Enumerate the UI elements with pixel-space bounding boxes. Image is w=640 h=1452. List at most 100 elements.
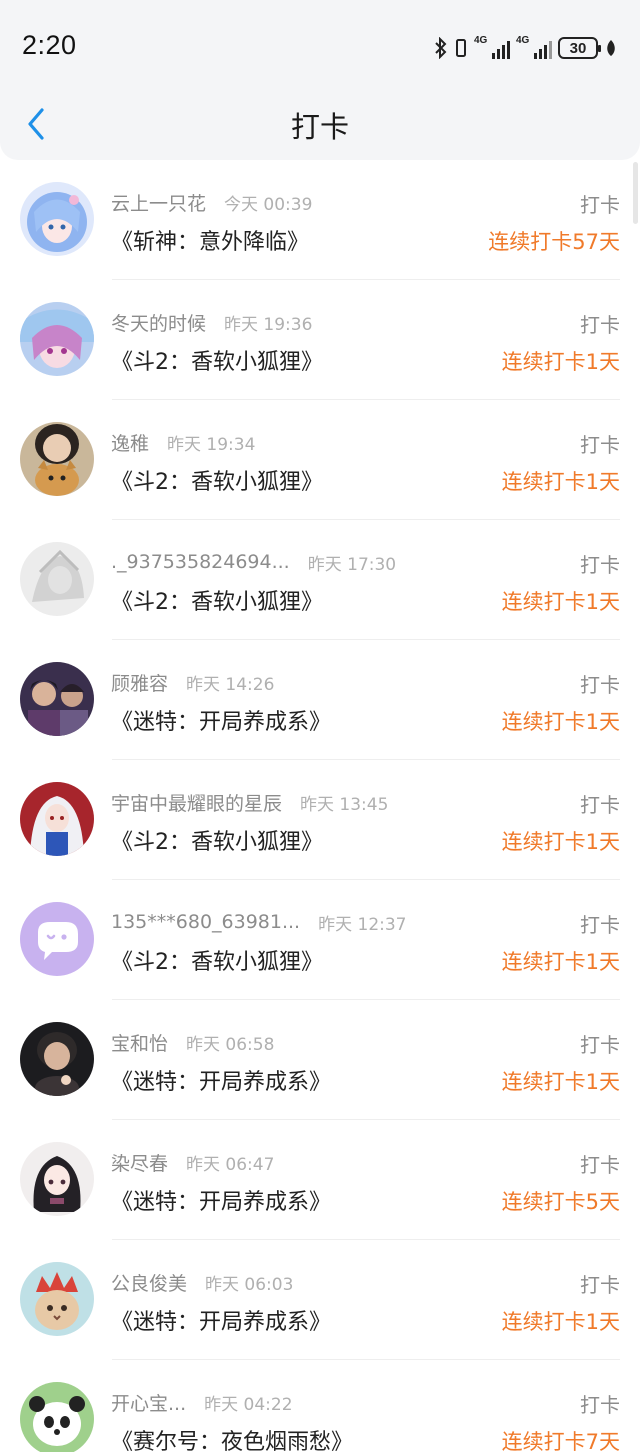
avatar[interactable]: [20, 662, 94, 736]
streak-label: 连续打卡1天: [501, 1310, 620, 1334]
streak-label: 连续打卡1天: [501, 710, 620, 734]
avatar[interactable]: [20, 1262, 94, 1336]
user-name[interactable]: 顾雅容: [111, 669, 168, 696]
item-meta: 云上一只花 今天 00:39: [111, 189, 312, 215]
action-label: 打卡: [580, 1033, 620, 1057]
avatar[interactable]: [20, 1142, 94, 1216]
action-label: 打卡: [580, 793, 620, 817]
status-time: 2:20: [22, 30, 77, 60]
action-label: 打卡: [580, 1273, 620, 1297]
user-name[interactable]: 染尽春: [111, 1149, 168, 1176]
user-name[interactable]: 云上一只花: [111, 189, 206, 216]
item-meta: ._937535824694... 昨天 17:30: [111, 549, 396, 575]
action-label: 打卡: [580, 673, 620, 697]
list-item[interactable]: 135***680_63981... 昨天 12:37 《斗2：香软小狐狸》 打…: [0, 880, 640, 1000]
scrollbar[interactable]: [633, 162, 638, 224]
streak-label: 连续打卡1天: [501, 950, 620, 974]
checkin-time: 昨天 04:22: [204, 1394, 293, 1415]
list-item[interactable]: 云上一只花 今天 00:39 《斩神：意外降临》 打卡 连续打卡57天: [0, 160, 640, 280]
top-bar: 2:20 4G 4G 30 打卡: [0, 0, 640, 160]
checkin-time: 昨天 06:03: [205, 1274, 294, 1295]
page-title: 打卡: [290, 110, 349, 144]
avatar[interactable]: [20, 902, 94, 976]
item-meta: 冬天的时候 昨天 19:36: [111, 309, 312, 335]
book-title[interactable]: 《斗2：香软小狐狸》: [111, 944, 323, 976]
book-title[interactable]: 《赛尔号：夜色烟雨愁》: [111, 1424, 353, 1452]
streak-label: 连续打卡57天: [488, 230, 620, 254]
action-label: 打卡: [580, 433, 620, 457]
list-item[interactable]: 宝和怡 昨天 06:58 《迷特：开局养成系》 打卡 连续打卡1天: [0, 1000, 640, 1120]
streak-label: 连续打卡7天: [501, 1430, 620, 1452]
streak-label: 连续打卡1天: [501, 830, 620, 854]
book-title[interactable]: 《斗2：香软小狐狸》: [111, 824, 323, 856]
item-meta: 逸稚 昨天 19:34: [111, 429, 255, 455]
list-item[interactable]: ._937535824694... 昨天 17:30 《斗2：香软小狐狸》 打卡…: [0, 520, 640, 640]
checkin-time: 昨天 12:37: [318, 914, 407, 935]
item-meta: 135***680_63981... 昨天 12:37: [111, 909, 407, 935]
avatar[interactable]: [20, 782, 94, 856]
streak-label: 连续打卡1天: [501, 1070, 620, 1094]
avatar[interactable]: [20, 1382, 94, 1452]
action-label: 打卡: [580, 1153, 620, 1177]
avatar[interactable]: [20, 422, 94, 496]
streak-label: 连续打卡1天: [501, 590, 620, 614]
streak-label: 连续打卡1天: [501, 470, 620, 494]
user-name[interactable]: 逸稚: [111, 429, 149, 456]
item-meta: 宝和怡 昨天 06:58: [111, 1029, 274, 1055]
checkin-page: 2:20 4G 4G 30 打卡 云上一只花 今天 00:39 《斩神：意外降临…: [0, 0, 640, 1452]
vibrate-icon: [456, 39, 466, 57]
book-title[interactable]: 《迷特：开局养成系》: [111, 1064, 331, 1096]
user-name[interactable]: 开心宝...: [111, 1389, 186, 1416]
action-label: 打卡: [580, 193, 620, 217]
checkin-time: 昨天 14:26: [186, 674, 275, 695]
book-title[interactable]: 《斗2：香软小狐狸》: [111, 584, 323, 616]
checkin-time: 昨天 17:30: [307, 554, 397, 575]
list-item[interactable]: 染尽春 昨天 06:47 《迷特：开局养成系》 打卡 连续打卡5天: [0, 1120, 640, 1240]
checkin-time: 昨天 19:36: [224, 314, 313, 335]
list-item[interactable]: 宇宙中最耀眼的星辰 昨天 13:45 《斗2：香软小狐狸》 打卡 连续打卡1天: [0, 760, 640, 880]
bluetooth-icon: [435, 37, 447, 59]
streak-label: 连续打卡1天: [501, 350, 620, 374]
avatar[interactable]: [20, 1022, 94, 1096]
checkin-time: 今天 00:39: [224, 194, 313, 215]
checkin-time: 昨天 06:58: [186, 1034, 275, 1055]
book-title[interactable]: 《斗2：香软小狐狸》: [111, 464, 323, 496]
avatar[interactable]: [20, 182, 94, 256]
action-label: 打卡: [580, 553, 620, 577]
leaf-icon: [607, 40, 615, 56]
item-meta: 开心宝... 昨天 04:22: [111, 1389, 293, 1415]
battery-icon: 30: [558, 37, 601, 59]
list-item[interactable]: 顾雅容 昨天 14:26 《迷特：开局养成系》 打卡 连续打卡1天: [0, 640, 640, 760]
book-title[interactable]: 《斩神：意外降临》: [111, 224, 309, 256]
signal-icon-2: 4G: [516, 35, 552, 59]
list-item[interactable]: 逸稚 昨天 19:34 《斗2：香软小狐狸》 打卡 连续打卡1天: [0, 400, 640, 520]
streak-label: 连续打卡5天: [501, 1190, 620, 1214]
item-meta: 公良俊美 昨天 06:03: [111, 1269, 293, 1295]
user-name[interactable]: 冬天的时候: [111, 309, 206, 336]
list-item[interactable]: 开心宝... 昨天 04:22 《赛尔号：夜色烟雨愁》 打卡 连续打卡7天: [0, 1360, 640, 1452]
book-title[interactable]: 《迷特：开局养成系》: [111, 1304, 331, 1336]
action-label: 打卡: [580, 1393, 620, 1417]
action-label: 打卡: [580, 313, 620, 337]
item-meta: 顾雅容 昨天 14:26: [111, 669, 274, 695]
avatar[interactable]: [20, 542, 94, 616]
signal-icon-1: 4G: [474, 35, 510, 59]
book-title[interactable]: 《迷特：开局养成系》: [111, 1184, 331, 1216]
item-meta: 宇宙中最耀眼的星辰 昨天 13:45: [111, 789, 388, 815]
action-label: 打卡: [580, 913, 620, 937]
checkin-time: 昨天 06:47: [186, 1154, 275, 1175]
avatar[interactable]: [20, 302, 94, 376]
list-item[interactable]: 公良俊美 昨天 06:03 《迷特：开局养成系》 打卡 连续打卡1天: [0, 1240, 640, 1360]
list-item[interactable]: 冬天的时候 昨天 19:36 《斗2：香软小狐狸》 打卡 连续打卡1天: [0, 280, 640, 400]
user-name[interactable]: 公良俊美: [111, 1269, 187, 1296]
user-name[interactable]: 135***680_63981...: [111, 911, 300, 933]
book-title[interactable]: 《斗2：香软小狐狸》: [111, 344, 323, 376]
book-title[interactable]: 《迷特：开局养成系》: [111, 704, 331, 736]
user-name[interactable]: ._937535824694...: [111, 551, 290, 573]
user-name[interactable]: 宝和怡: [111, 1029, 168, 1056]
status-icons: 4G 4G 30: [434, 34, 618, 62]
user-name[interactable]: 宇宙中最耀眼的星辰: [111, 789, 282, 816]
checkin-time: 昨天 13:45: [300, 794, 389, 815]
item-meta: 染尽春 昨天 06:47: [111, 1149, 274, 1175]
checkin-time: 昨天 19:34: [167, 434, 256, 455]
